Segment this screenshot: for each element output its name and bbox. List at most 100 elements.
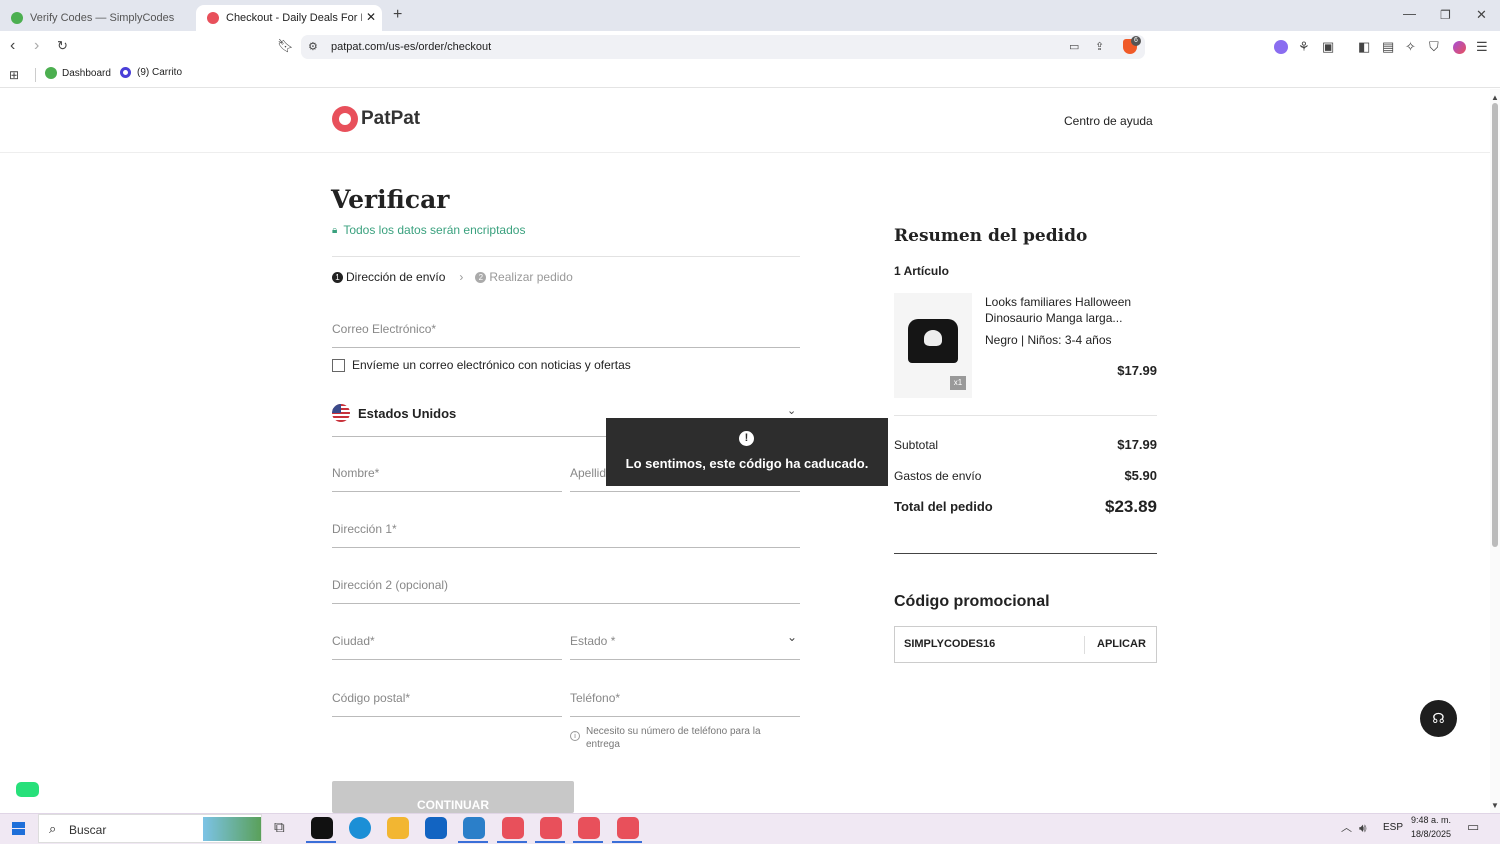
email-field[interactable]: Correo Electrónico* [332,308,800,348]
tab-bar: Verify Codes — SimplyCodes Checkout - Da… [0,0,1500,31]
task-view-icon[interactable]: ⧉ [274,820,285,835]
bookmark-dashboard[interactable]: Dashboard [45,67,111,79]
profile-icon[interactable] [1453,41,1466,54]
site-settings-icon[interactable]: ⚙ [308,40,318,54]
cart-favicon-icon [120,67,131,78]
scroll-down-icon[interactable]: ▼ [1491,799,1499,813]
brave-icon[interactable] [617,817,639,839]
divider [332,256,800,257]
leo-sparkle-icon[interactable]: ✧ [1405,40,1416,54]
phone-note: i Necesito su número de teléfono para la… [570,725,795,751]
minimize-icon[interactable]: — [1403,7,1416,21]
cast-icon[interactable]: ▭ [1069,40,1079,54]
active-indicator [458,841,488,843]
forward-icon[interactable]: › [34,38,39,54]
chevron-down-icon: ⌄ [787,630,798,644]
scrollbar[interactable]: ▲ ▼ [1490,89,1500,813]
extensions-icon[interactable]: ⚘ [1298,40,1310,54]
remote-desktop-icon[interactable] [463,817,485,839]
encrypted-text: Todos los datos serán encriptados [343,223,526,237]
restore-icon[interactable]: ❐ [1440,8,1451,22]
bookmark-label: Dashboard [62,67,111,79]
outlook-icon[interactable] [425,817,447,839]
close-tab-icon[interactable]: ✕ [366,10,376,24]
vpn-icon[interactable]: ⛉ [1429,40,1439,54]
brave-icon[interactable] [578,817,600,839]
brave-icon[interactable] [540,817,562,839]
support-chat-button[interactable]: ☊ [1420,700,1457,737]
brave-icon[interactable] [502,817,524,839]
bookmark-label: (9) Carrito [137,67,183,78]
edge-icon[interactable] [349,817,371,839]
divider [1084,636,1085,654]
reload-icon[interactable]: ↻ [57,39,68,53]
product-image[interactable]: x1 [894,293,972,398]
scrollbar-thumb[interactable] [1492,103,1498,547]
clock-time[interactable]: 9:48 a. m. [1411,815,1451,825]
step-1-label: Dirección de envío [346,270,446,284]
item-count: 1 Artículo [894,264,949,278]
bookmark-icon[interactable]: 🔖︎ [277,39,294,53]
app-p-icon[interactable] [311,817,333,839]
simplycodes-favicon-icon [11,12,23,24]
chat-widget-icon[interactable] [16,782,39,797]
apply-button[interactable]: APLICAR [1097,638,1146,650]
first-name-placeholder: Nombre* [332,466,380,480]
bookmarks-bar: ⊞ Dashboard (9) Carrito [0,62,1500,88]
subtotal-label: Subtotal [894,438,939,452]
new-tab-icon[interactable]: + [393,7,402,23]
info-icon: i [570,731,580,741]
address-bar[interactable]: ⚙ patpat.com/us-es/order/checkout ▭ ⇪ 6 [301,35,1145,59]
phone-placeholder: Teléfono* [570,691,621,705]
active-indicator [535,841,565,843]
wallet-icon[interactable]: ▤ [1382,40,1394,54]
notifications-icon[interactable]: ▭ [1467,820,1479,834]
continue-button[interactable]: CONTINUAR [332,781,574,813]
search-highlight-image [203,817,261,841]
close-window-icon[interactable]: ✕ [1476,8,1487,22]
address1-placeholder: Dirección 1* [332,522,397,536]
share-icon[interactable]: ⇪ [1095,40,1104,54]
apps-grid-icon[interactable]: ⊞ [9,68,19,82]
shipping-label: Gastos de envío [894,469,982,483]
file-explorer-icon[interactable] [387,817,409,839]
brand-name[interactable]: PatPat [361,108,420,130]
clock-date[interactable]: 18/8/2025 [1411,829,1451,839]
divider [894,553,1157,554]
chevron-up-icon[interactable]: ︿ [1341,821,1352,835]
help-center-link[interactable]: Centro de ayuda [1064,114,1153,128]
state-select[interactable]: Estado * ⌄ [570,620,800,660]
first-name-field[interactable]: Nombre* [332,452,562,492]
address1-field[interactable]: Dirección 1* [332,508,800,548]
promo-code-input[interactable]: SIMPLYCODES16 [904,638,995,650]
tab-simplycodes[interactable]: Verify Codes — SimplyCodes [0,5,195,31]
bookmark-carrito[interactable]: (9) Carrito [120,67,182,78]
menu-icon[interactable]: ☰ [1476,40,1488,54]
phone-field[interactable]: Teléfono* [570,677,800,717]
newsletter-option[interactable]: Envíeme un correo electrónico con notici… [332,358,631,372]
product-name[interactable]: Looks familiares Halloween Dinosaurio Ma… [985,294,1150,326]
speaker-icon[interactable]: 🔊︎ [1359,821,1367,835]
city-field[interactable]: Ciudad* [332,620,562,660]
back-icon[interactable]: ‹ [10,38,15,54]
tab-title: Checkout - Daily Deals For Mom [226,12,362,24]
quantity-badge: x1 [950,376,966,390]
patpat-logo-icon[interactable] [332,106,358,132]
tab-checkout[interactable]: Checkout - Daily Deals For Mom ✕ [196,5,382,31]
total-value: $23.89 [1105,497,1157,516]
newsletter-checkbox[interactable] [332,358,345,372]
summary-title: Resumen del pedido [894,226,1088,246]
address2-field[interactable]: Dirección 2 (opcional) [332,564,800,604]
newsletter-label: Envíeme un correo electrónico con notici… [352,358,631,372]
leo-ai-icon[interactable] [1274,40,1288,54]
sidebar-icon[interactable]: ◧ [1358,40,1370,54]
tab-title: Verify Codes — SimplyCodes [30,12,175,24]
reader-icon[interactable]: ▣ [1322,40,1334,54]
zip-field[interactable]: Código postal* [332,677,562,717]
taskbar-search[interactable]: ⌕ Buscar [38,814,262,843]
search-placeholder: Buscar [69,823,107,837]
active-indicator [612,841,642,843]
page-title: Verificar [331,185,450,214]
language-indicator[interactable]: ESP [1383,822,1403,833]
windows-start-icon[interactable] [12,822,25,835]
